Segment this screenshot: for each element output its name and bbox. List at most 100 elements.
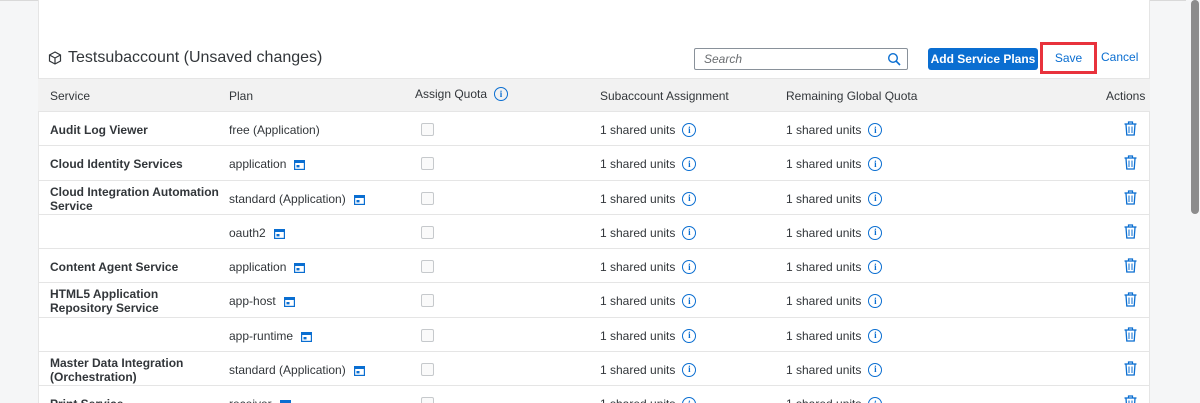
service-name: Cloud Integration Automation Service	[50, 184, 219, 213]
assign-quota-checkbox[interactable]	[421, 123, 434, 136]
column-header-subaccount-assignment[interactable]: Subaccount Assignment	[600, 89, 729, 103]
page-title-text: Testsubaccount (Unsaved changes)	[68, 49, 323, 66]
remaining-quota-cell: 1 shared units i	[786, 123, 883, 137]
save-button[interactable]: Save	[1040, 42, 1097, 74]
open-app-icon[interactable]	[279, 399, 291, 403]
info-icon[interactable]: i	[682, 191, 697, 206]
plan-cell: app-host	[229, 294, 295, 308]
trash-icon[interactable]	[1124, 155, 1137, 170]
open-app-icon[interactable]	[301, 331, 313, 342]
service-name: Cloud Identity Services	[50, 157, 183, 172]
search-field[interactable]	[694, 48, 908, 70]
trash-icon[interactable]	[1124, 326, 1137, 342]
info-icon[interactable]: i	[868, 294, 883, 309]
assign-quota-checkbox[interactable]	[421, 157, 434, 171]
search-icon[interactable]	[887, 52, 901, 66]
info-icon[interactable]: i	[868, 397, 883, 403]
column-header-plan[interactable]: Plan	[229, 89, 253, 103]
plan-cell: app-runtime	[229, 328, 313, 343]
scrollbar-thumb[interactable]	[1191, 0, 1199, 214]
assign-quota-cell	[421, 123, 434, 136]
info-icon[interactable]: i	[682, 294, 697, 309]
remaining-quota-value: 1 shared units	[786, 397, 861, 403]
actions-cell	[1124, 292, 1137, 307]
assign-quota-checkbox[interactable]	[421, 260, 434, 273]
assign-quota-cell	[421, 294, 434, 308]
assign-quota-cell	[421, 260, 434, 273]
info-icon[interactable]: i	[682, 260, 697, 274]
plan-name: app-runtime	[229, 328, 294, 343]
info-icon[interactable]: i	[682, 123, 697, 137]
plan-name: free (Application)	[229, 123, 320, 137]
plan-cell: free (Application)	[229, 123, 320, 137]
info-icon[interactable]: i	[682, 225, 697, 240]
assign-quota-checkbox[interactable]	[421, 294, 434, 308]
info-icon[interactable]: i	[682, 328, 697, 343]
assign-quota-checkbox[interactable]	[421, 225, 434, 239]
trash-icon[interactable]	[1124, 361, 1137, 376]
trash-icon[interactable]	[1124, 189, 1137, 205]
add-service-plans-button[interactable]: Add Service Plans	[928, 48, 1038, 70]
info-icon[interactable]: i	[868, 191, 883, 206]
trash-icon[interactable]	[1124, 258, 1137, 273]
table-header: Service Plan Assign Quota i Subaccount A…	[38, 78, 1150, 112]
actions-cell	[1124, 361, 1137, 376]
open-app-icon[interactable]	[353, 365, 365, 376]
assign-quota-checkbox[interactable]	[421, 191, 434, 205]
open-app-icon[interactable]	[273, 228, 285, 239]
plan-name: oauth2	[229, 225, 266, 240]
info-icon[interactable]: i	[494, 87, 509, 101]
table-row: Audit Log Viewer free (Application) 1 shar…	[38, 112, 1150, 147]
service-name: Print Service	[50, 397, 220, 403]
trash-icon[interactable]	[1124, 224, 1137, 239]
subaccount-assignment-value: 1 shared units	[600, 260, 676, 274]
subaccount-assignment-cell: 1 shared units i	[600, 397, 697, 403]
service-name: Master Data Integration (Orchestration)	[50, 355, 184, 384]
column-header-remaining-global-quota[interactable]: Remaining Global Quota	[786, 89, 917, 103]
plan-cell: application	[229, 157, 306, 171]
actions-cell	[1124, 326, 1137, 342]
subaccount-assignment-cell: 1 shared units i	[600, 294, 697, 309]
plan-name: app-host	[229, 294, 276, 309]
column-header-service[interactable]: Service	[50, 89, 90, 103]
plan-name: standard (Application)	[229, 191, 346, 206]
remaining-quota-cell: 1 shared units i	[786, 328, 883, 343]
table-row: Master Data Integration (Orchestration) s…	[38, 352, 1150, 386]
info-icon[interactable]: i	[868, 157, 883, 172]
plan-cell: application	[229, 260, 306, 274]
info-icon[interactable]: i	[868, 123, 883, 137]
column-header-assign-quota-label[interactable]: Assign Quota	[415, 87, 487, 101]
trash-icon[interactable]	[1124, 121, 1137, 136]
plan-cell: receiver	[229, 397, 291, 403]
remaining-quota-value: 1 shared units	[786, 123, 862, 137]
search-input[interactable]	[704, 52, 874, 66]
assign-quota-checkbox[interactable]	[421, 397, 434, 403]
assign-quota-checkbox[interactable]	[421, 328, 434, 342]
plan-name: receiver	[229, 397, 272, 403]
assign-quota-checkbox[interactable]	[421, 362, 434, 376]
subaccount-assignment-value: 1 shared units	[600, 328, 676, 343]
info-icon[interactable]: i	[868, 260, 883, 274]
trash-icon[interactable]	[1124, 292, 1137, 307]
plan-cell: standard (Application)	[229, 192, 365, 206]
toolbar: Testsubaccount (Unsaved changes) Add Ser…	[38, 40, 1150, 78]
info-icon[interactable]: i	[682, 157, 697, 172]
info-icon[interactable]: i	[868, 362, 883, 377]
open-app-icon[interactable]	[353, 194, 365, 205]
actions-cell	[1124, 395, 1137, 403]
trash-icon[interactable]	[1124, 395, 1137, 403]
plan-name: standard (Application)	[229, 362, 346, 377]
open-app-icon[interactable]	[294, 262, 306, 274]
remaining-quota-value: 1 shared units	[786, 362, 862, 377]
service-name: Content Agent Service	[50, 260, 179, 274]
table-row: Cloud Identity Services application 1 shar…	[38, 146, 1150, 181]
service-name: HTML5 Application Repository Service	[50, 287, 159, 316]
info-icon[interactable]: i	[868, 328, 883, 343]
info-icon[interactable]: i	[868, 225, 883, 240]
open-app-icon[interactable]	[294, 159, 306, 171]
info-icon[interactable]: i	[682, 362, 697, 377]
open-app-icon[interactable]	[283, 296, 295, 308]
remaining-quota-cell: 1 shared units i	[786, 362, 883, 377]
cancel-button[interactable]: Cancel	[1101, 50, 1138, 64]
info-icon[interactable]: i	[682, 397, 697, 403]
